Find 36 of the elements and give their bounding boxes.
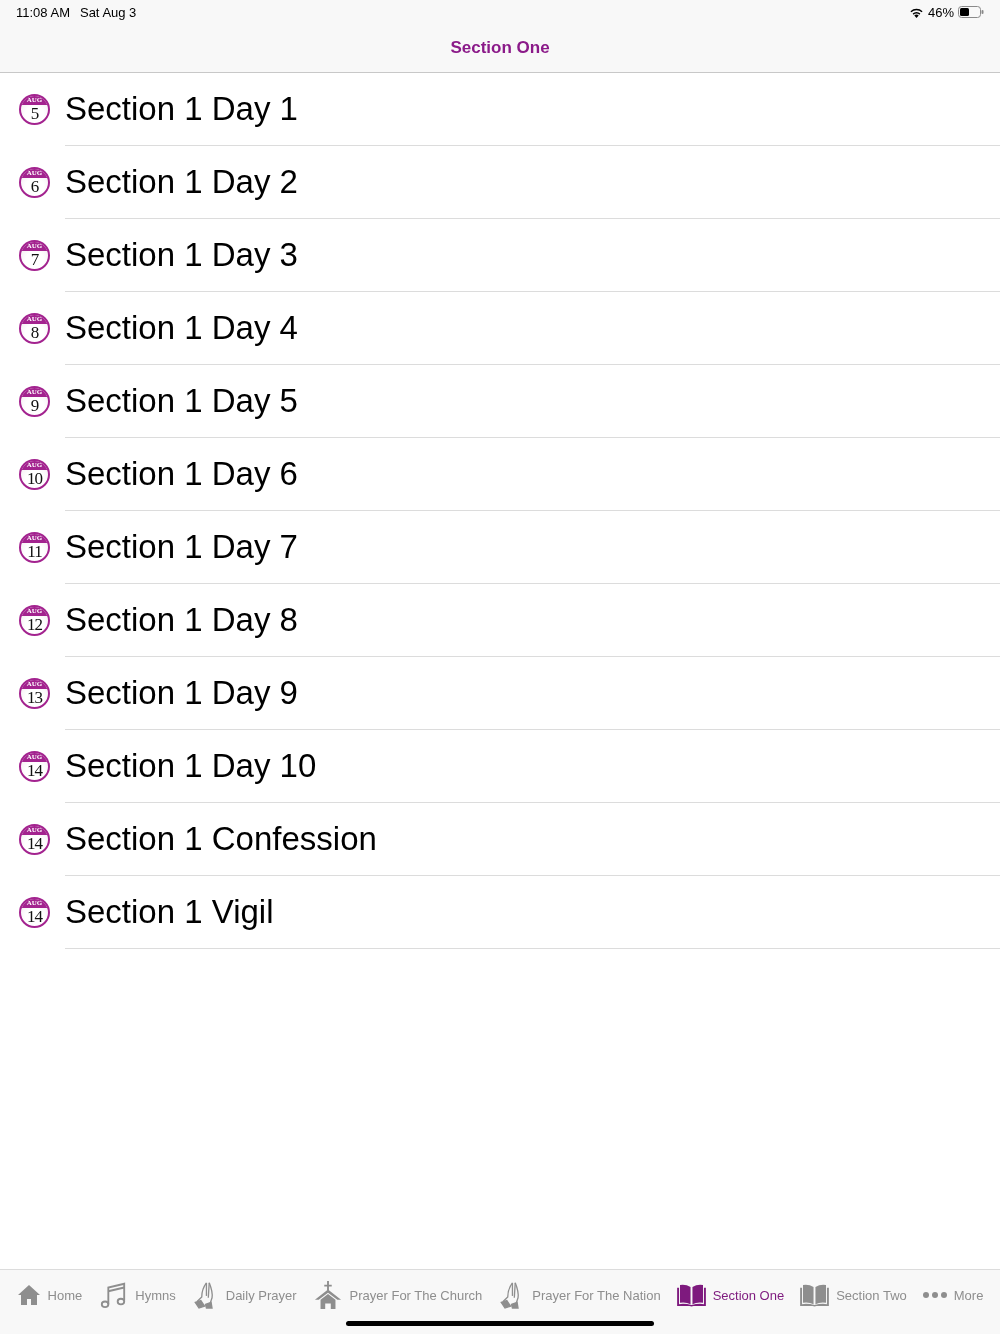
row-title[interactable]: Section 1 Day 2: [65, 163, 298, 201]
row-title[interactable]: Section 1 Day 3: [65, 236, 298, 274]
badge-day: 11: [27, 543, 42, 560]
badge-day: 9: [30, 397, 39, 414]
row-title[interactable]: Section 1 Day 6: [65, 455, 298, 493]
status-time: 11:08 AM: [16, 4, 70, 20]
badge-day: 10: [27, 470, 42, 487]
badge-day: 6: [30, 178, 39, 195]
battery-icon: [958, 6, 984, 18]
badge-day: 14: [27, 762, 42, 779]
status-date: Sat Aug 3: [79, 4, 137, 20]
open-book-icon: [800, 1283, 830, 1307]
row-title[interactable]: Section 1 Vigil: [65, 893, 274, 931]
badge-day: 12: [27, 616, 42, 633]
battery-percent: 46%: [927, 4, 954, 20]
row-title[interactable]: Section 1 Day 10: [65, 747, 317, 785]
badge-day: 14: [27, 835, 42, 852]
row-title[interactable]: Section 1 Day 5: [65, 382, 298, 420]
row-title[interactable]: Section 1 Day 8: [65, 601, 298, 639]
badge-day: 14: [27, 908, 42, 925]
row-title[interactable]: Section 1 Confession: [65, 820, 377, 858]
row-title[interactable]: Section 1 Day 4: [65, 309, 298, 347]
badge-day: 13: [27, 689, 42, 706]
ellipsis-icon: [922, 1292, 947, 1298]
row-title[interactable]: Section 1 Day 1: [65, 90, 298, 128]
badge-day: 8: [30, 324, 39, 341]
wifi-icon: [908, 6, 924, 18]
row-title[interactable]: Section 1 Day 9: [65, 674, 298, 712]
house-icon: [16, 1283, 41, 1307]
church-icon: [312, 1281, 343, 1309]
row-title[interactable]: Section 1 Day 7: [65, 528, 298, 566]
tab-item[interactable]: Section One: [676, 1283, 785, 1307]
badge-day: 7: [30, 251, 39, 268]
nav-title: Section One: [450, 38, 550, 58]
badge-day: 5: [30, 105, 39, 122]
open-book-icon: [676, 1283, 706, 1307]
